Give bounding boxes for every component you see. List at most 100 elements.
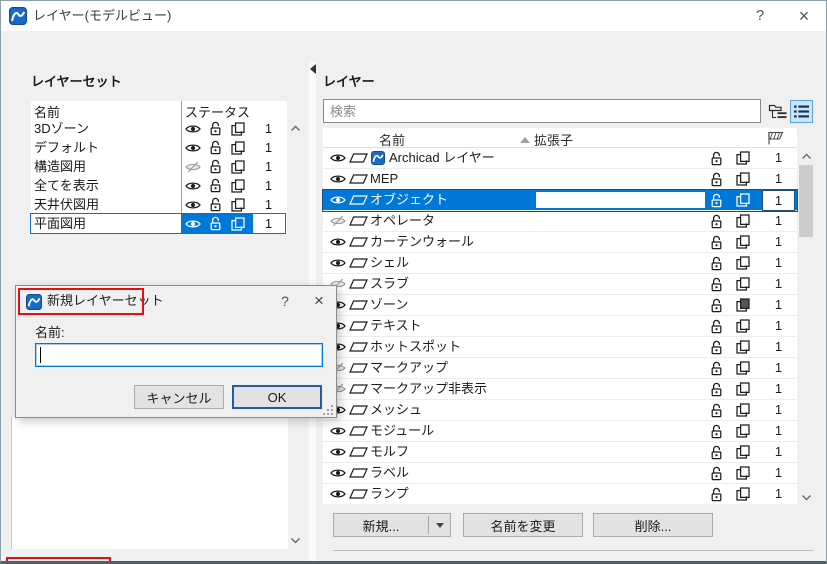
intersection-group-number[interactable]: 1 bbox=[763, 400, 794, 420]
unlock-icon[interactable] bbox=[709, 274, 724, 294]
intersection-group-number[interactable]: 1 bbox=[763, 211, 794, 231]
eye-icon[interactable] bbox=[184, 157, 202, 176]
table-row[interactable]: ホットスポット 1 bbox=[323, 337, 797, 358]
intersection-group-number[interactable]: 1 bbox=[763, 421, 794, 441]
layer-print-pages-icon[interactable] bbox=[735, 316, 751, 336]
intersection-group-icon[interactable] bbox=[767, 131, 784, 148]
dialog-cancel-button[interactable]: キャンセル bbox=[134, 385, 224, 409]
intersection-group-number[interactable]: 1 bbox=[763, 191, 794, 210]
help-button[interactable]: ? bbox=[747, 1, 773, 31]
unlock-icon[interactable] bbox=[208, 214, 223, 233]
table-row[interactable]: ランプ 1 bbox=[323, 484, 797, 505]
layer-print-pages-icon[interactable] bbox=[735, 169, 751, 189]
unlock-icon[interactable] bbox=[709, 484, 724, 504]
unlock-icon[interactable] bbox=[709, 295, 724, 315]
layer-print-pages-icon[interactable] bbox=[230, 195, 246, 214]
layer-print-pages-icon[interactable] bbox=[735, 295, 751, 315]
unlock-icon[interactable] bbox=[709, 337, 724, 357]
intersection-group-number[interactable]: 1 bbox=[253, 214, 284, 233]
list-view-button[interactable] bbox=[790, 100, 813, 123]
table-row[interactable]: 3Dゾーン 1 bbox=[31, 119, 285, 138]
scroll-down-icon[interactable] bbox=[288, 534, 302, 546]
layer-print-pages-icon[interactable] bbox=[735, 421, 751, 441]
eye-icon[interactable] bbox=[329, 442, 347, 462]
scrollbar-thumb[interactable] bbox=[799, 165, 813, 237]
scroll-down-icon[interactable] bbox=[798, 489, 814, 505]
dialog-resize-grip[interactable] bbox=[322, 404, 335, 417]
intersection-group-number[interactable]: 1 bbox=[763, 169, 794, 189]
layer-print-pages-icon[interactable] bbox=[230, 119, 246, 138]
unlock-icon[interactable] bbox=[208, 195, 223, 214]
table-row[interactable]: シェル 1 bbox=[323, 253, 797, 274]
layer-set-name-input[interactable] bbox=[35, 343, 323, 367]
unlock-icon[interactable] bbox=[208, 157, 223, 176]
eye-icon[interactable] bbox=[329, 211, 347, 231]
table-row[interactable]: メッシュ 1 bbox=[323, 400, 797, 421]
eye-icon[interactable] bbox=[329, 232, 347, 252]
layer-print-pages-icon[interactable] bbox=[735, 484, 751, 504]
table-row[interactable]: Archicad レイヤー 1 bbox=[323, 148, 797, 169]
table-row[interactable]: モジュール 1 bbox=[323, 421, 797, 442]
eye-icon[interactable] bbox=[184, 119, 202, 138]
dialog-ok-button[interactable]: OK bbox=[232, 385, 322, 409]
layer-print-pages-icon[interactable] bbox=[735, 463, 751, 483]
table-row[interactable]: カーテンウォール 1 bbox=[323, 232, 797, 253]
eye-icon[interactable] bbox=[329, 463, 347, 483]
intersection-group-number[interactable]: 1 bbox=[253, 176, 284, 195]
tree-view-button[interactable] bbox=[766, 100, 789, 123]
unlock-icon[interactable] bbox=[709, 190, 724, 210]
intersection-group-number[interactable]: 1 bbox=[253, 195, 284, 214]
unlock-icon[interactable] bbox=[208, 138, 223, 157]
layer-print-pages-icon[interactable] bbox=[735, 400, 751, 420]
intersection-group-number[interactable]: 1 bbox=[763, 442, 794, 462]
layer-print-pages-icon[interactable] bbox=[735, 253, 751, 273]
table-row[interactable]: マークアップ 1 bbox=[323, 358, 797, 379]
collapse-left-icon[interactable] bbox=[310, 64, 316, 74]
table-row[interactable]: MEP 1 bbox=[323, 169, 797, 190]
intersection-group-number[interactable]: 1 bbox=[763, 358, 794, 378]
dropdown-button[interactable] bbox=[429, 514, 450, 536]
unlock-icon[interactable] bbox=[709, 421, 724, 441]
intersection-group-number[interactable]: 1 bbox=[253, 119, 284, 138]
layer-print-pages-icon[interactable] bbox=[735, 211, 751, 231]
new-layer-split-button[interactable]: 新規... bbox=[333, 513, 451, 537]
table-row[interactable]: 天井伏図用 1 bbox=[31, 195, 285, 214]
table-row[interactable]: ゾーン 1 bbox=[323, 295, 797, 316]
unlock-icon[interactable] bbox=[709, 400, 724, 420]
intersection-group-number[interactable]: 1 bbox=[253, 157, 284, 176]
unlock-icon[interactable] bbox=[208, 176, 223, 195]
eye-icon[interactable] bbox=[329, 421, 347, 441]
table-row[interactable]: マークアップ非表示 1 bbox=[323, 379, 797, 400]
vertical-scrollbar[interactable] bbox=[798, 148, 814, 505]
unlock-icon[interactable] bbox=[709, 169, 724, 189]
table-row[interactable]: ラベル 1 bbox=[323, 463, 797, 484]
dialog-help-button[interactable]: ? bbox=[274, 290, 296, 312]
table-row[interactable]: 全てを表示 1 bbox=[31, 176, 285, 195]
layer-print-pages-icon[interactable] bbox=[230, 214, 246, 233]
layer-extension-cell[interactable] bbox=[536, 192, 705, 208]
table-row[interactable]: テキスト 1 bbox=[323, 316, 797, 337]
intersection-group-number[interactable]: 1 bbox=[763, 484, 794, 504]
dialog-close-button[interactable]: × bbox=[306, 290, 332, 312]
layer-print-pages-icon[interactable] bbox=[735, 232, 751, 252]
layer-print-pages-icon[interactable] bbox=[735, 442, 751, 462]
unlock-icon[interactable] bbox=[709, 442, 724, 462]
eye-icon[interactable] bbox=[184, 214, 202, 233]
column-header-extension[interactable]: 拡張子 bbox=[534, 130, 573, 149]
intersection-group-number[interactable]: 1 bbox=[763, 316, 794, 336]
intersection-group-number[interactable]: 1 bbox=[763, 337, 794, 357]
column-header-name[interactable]: 名前 bbox=[379, 130, 405, 149]
delete-layer-button[interactable]: 削除... bbox=[593, 513, 713, 537]
eye-icon[interactable] bbox=[329, 148, 347, 168]
table-row[interactable]: デフォルト 1 bbox=[31, 138, 285, 157]
table-row[interactable]: 平面図用 1 bbox=[31, 214, 285, 233]
unlock-icon[interactable] bbox=[709, 148, 724, 168]
intersection-group-number[interactable]: 1 bbox=[253, 138, 284, 157]
layer-print-pages-icon[interactable] bbox=[230, 176, 246, 195]
rename-layer-button[interactable]: 名前を変更 bbox=[463, 513, 583, 537]
intersection-group-number[interactable]: 1 bbox=[763, 379, 794, 399]
intersection-group-number[interactable]: 1 bbox=[763, 295, 794, 315]
layer-print-pages-icon[interactable] bbox=[230, 157, 246, 176]
unlock-icon[interactable] bbox=[709, 358, 724, 378]
eye-icon[interactable] bbox=[184, 138, 202, 157]
